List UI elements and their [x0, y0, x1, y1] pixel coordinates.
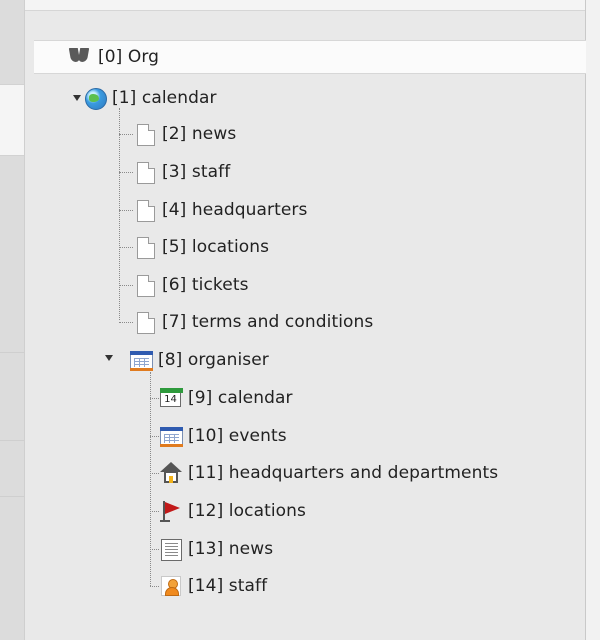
tree-connector [150, 398, 159, 399]
tree-node-page[interactable]: [3] staff [134, 153, 230, 191]
typo3-logo-icon [68, 46, 92, 68]
right-pane [586, 0, 600, 640]
tree-connector [119, 210, 133, 211]
tree-node-root[interactable]: [0] Org [68, 38, 160, 76]
tree-connector [119, 322, 133, 323]
calendar-14-icon: 14 [160, 387, 183, 409]
tree-connector [150, 473, 159, 474]
tree-connector [150, 372, 151, 586]
tree-node-label: [0] Org [98, 47, 160, 67]
calendar-grid-icon [130, 349, 153, 371]
tree-node-label: [8] organiser [158, 350, 269, 370]
tree-node-label: [12] locations [188, 501, 307, 521]
tree-node-label: [5] locations [162, 237, 270, 257]
tree-connector [150, 586, 159, 587]
globe-icon [84, 87, 107, 110]
tree-node-site[interactable]: [1] calendar [84, 79, 217, 117]
page-icon [134, 311, 156, 334]
tree-node-label: [1] calendar [112, 88, 217, 108]
tree-node-page[interactable]: [4] headquarters [134, 191, 307, 229]
tree-node-record[interactable]: [13] news [160, 530, 273, 568]
tree-node-label: [10] events [188, 426, 287, 446]
page-tree: [0] Org [34, 40, 586, 74]
collapse-arrow-icon[interactable] [105, 355, 113, 361]
tree-node-page[interactable]: [2] news [134, 115, 236, 153]
tree-connector [150, 511, 159, 512]
tree-node-folder[interactable]: [8] organiser [130, 341, 269, 379]
left-panel-strip [0, 0, 25, 640]
tree-node-label: [11] headquarters and departments [188, 463, 499, 483]
tree-node-label: [6] tickets [162, 275, 249, 295]
top-bar [0, 0, 600, 11]
collapse-arrow-icon[interactable] [73, 95, 81, 101]
tree-node-label: [4] headquarters [162, 200, 308, 220]
person-icon [160, 575, 182, 597]
tree-connector [119, 108, 120, 320]
tree-connector [150, 549, 159, 550]
tree-node-page[interactable]: [6] tickets [134, 266, 249, 304]
tree-node-record[interactable]: 14 [9] calendar [160, 379, 293, 417]
tree-node-label: [7] terms and conditions [162, 312, 374, 332]
tree-node-label: [9] calendar [188, 388, 293, 408]
tree-node-record[interactable]: [10] events [160, 417, 287, 455]
tree-connector [119, 247, 133, 248]
tree-connector [119, 134, 133, 135]
tree-connector [119, 172, 133, 173]
tree-root-row[interactable]: [0] Org [34, 40, 586, 74]
tree-node-record[interactable]: [11] headquarters and departments [160, 454, 498, 492]
tree-node-label: [14] staff [188, 576, 268, 596]
page-icon [134, 236, 156, 259]
left-panel-divider [0, 440, 24, 441]
flag-icon [160, 500, 182, 522]
left-panel-divider [0, 496, 24, 497]
list-icon [160, 538, 182, 561]
tree-node-page[interactable]: [5] locations [134, 228, 269, 266]
calendar-grid-icon [160, 425, 183, 447]
tree-node-label: [2] news [162, 124, 237, 144]
tree-node-record[interactable]: [14] staff [160, 567, 267, 605]
page-icon [134, 274, 156, 297]
left-panel-divider [0, 352, 24, 353]
page-icon [134, 199, 156, 222]
tree-node-record[interactable]: [12] locations [160, 492, 306, 530]
tree-node-label: [3] staff [162, 162, 231, 182]
house-icon [160, 462, 182, 484]
tree-connector [119, 285, 133, 286]
page-icon [134, 161, 156, 184]
left-panel-band [0, 84, 24, 156]
tree-node-label: [13] news [188, 539, 274, 559]
tree-node-page[interactable]: [7] terms and conditions [134, 303, 373, 341]
page-icon [134, 123, 156, 146]
tree-connector [150, 436, 159, 437]
